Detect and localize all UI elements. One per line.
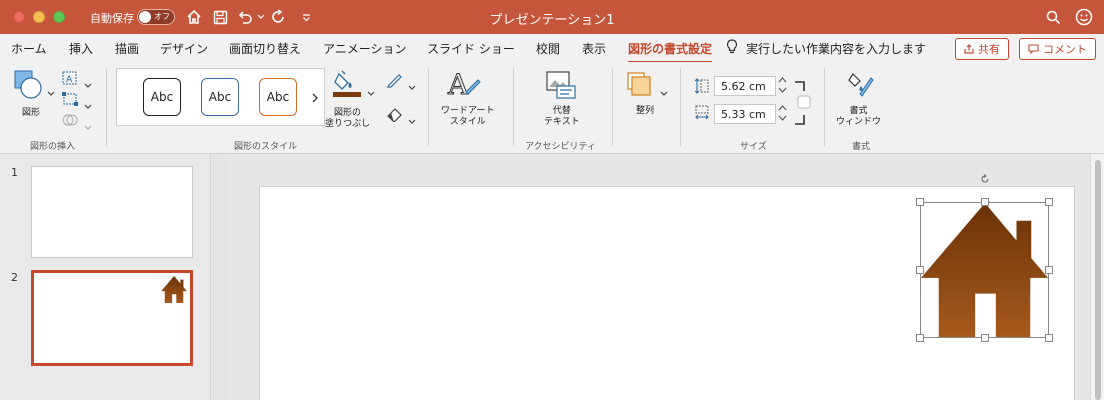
slide-thumbnail-2[interactable] xyxy=(31,270,193,366)
tab-insert[interactable]: 挿入 xyxy=(69,40,93,57)
search-icon[interactable] xyxy=(1044,6,1062,28)
smiley-feedback-icon[interactable] xyxy=(1074,6,1094,28)
ribbon-tabs: ホーム 挿入 描画 デザイン 画面切り替え アニメーション スライド ショー 校… xyxy=(0,34,1104,63)
shape-label: 図形 xyxy=(22,108,41,118)
lightbulb-icon xyxy=(726,39,738,59)
slide-thumbnails-pane: 1 2 xyxy=(0,154,210,400)
format-group-label: 書式 xyxy=(852,142,871,152)
outline-chevron-down-icon[interactable] xyxy=(408,76,416,95)
shape-insert-icon[interactable] xyxy=(14,70,44,104)
resize-handle-top[interactable] xyxy=(981,198,989,206)
shape-style-sample[interactable]: Abc xyxy=(201,78,239,116)
shape-style-sample[interactable]: Abc xyxy=(143,78,181,116)
insert-shapes-group-label: 図形の挿入 xyxy=(30,142,76,152)
tab-design[interactable]: デザイン xyxy=(160,40,208,57)
shape-style-sample-text: Abc xyxy=(266,90,290,104)
tab-slide-show[interactable]: スライド ショー xyxy=(427,40,515,57)
resize-handle-bottom-right[interactable] xyxy=(1045,334,1053,342)
format-pane-icon[interactable] xyxy=(848,70,876,102)
tab-transitions[interactable]: 画面切り替え xyxy=(229,40,301,57)
width-stepper[interactable] xyxy=(778,103,788,126)
shape-height-input[interactable]: 5.62 cm xyxy=(714,76,776,96)
window-title: プレゼンテーション1 xyxy=(489,13,615,28)
tab-home[interactable]: ホーム xyxy=(11,40,47,57)
resize-handle-bottom-left[interactable] xyxy=(916,334,924,342)
pane-divider[interactable] xyxy=(210,154,228,400)
group-separator xyxy=(428,68,429,146)
resize-handle-bottom[interactable] xyxy=(981,334,989,342)
tab-view[interactable]: 表示 xyxy=(582,40,606,57)
slide-number: 1 xyxy=(11,166,18,179)
title-bar: 自動保存 オフ プレゼンテーション1 xyxy=(0,0,1104,34)
vertical-scrollbar[interactable] xyxy=(1090,154,1104,400)
height-stepper[interactable] xyxy=(778,75,788,98)
slide-thumbnail-1[interactable] xyxy=(31,166,193,258)
resize-handle-left[interactable] xyxy=(916,266,924,274)
size-group-label: サイズ xyxy=(740,142,767,152)
slide-number: 2 xyxy=(11,271,18,284)
arrange-icon[interactable] xyxy=(626,71,654,103)
resize-handle-top-left[interactable] xyxy=(916,198,924,206)
comment-icon xyxy=(1028,44,1039,54)
resize-handle-top-right[interactable] xyxy=(1045,198,1053,206)
share-label: 共有 xyxy=(978,43,1000,56)
svg-text:A: A xyxy=(66,75,73,85)
shape-styles-group-label: 図形のスタイル xyxy=(234,142,298,152)
pen-outline-icon[interactable] xyxy=(386,72,404,92)
resize-handle-right[interactable] xyxy=(1045,266,1053,274)
rotate-handle-icon[interactable] xyxy=(980,174,990,184)
alt-text-icon[interactable] xyxy=(545,70,577,104)
comments-button[interactable]: コメント xyxy=(1019,38,1096,60)
shape-width-input[interactable]: 5.33 cm xyxy=(714,104,776,124)
group-separator xyxy=(513,68,514,146)
edit-shape-chevron-down-icon[interactable] xyxy=(84,95,92,114)
alt-text-label: 代替 テキスト xyxy=(544,106,580,127)
group-separator xyxy=(824,68,825,146)
shape-style-sample-text: Abc xyxy=(150,90,174,104)
effects-chevron-down-icon[interactable] xyxy=(408,110,416,129)
width-icon xyxy=(694,104,710,126)
group-separator xyxy=(106,68,107,146)
edit-shape-icon[interactable] xyxy=(62,91,78,110)
arrange-chevron-down-icon[interactable] xyxy=(660,82,668,101)
house-shape-thumbnail xyxy=(161,276,187,307)
shape-styles-gallery: Abc Abc Abc xyxy=(116,68,325,126)
shape-style-sample[interactable]: Abc xyxy=(259,78,297,116)
ribbon: 図形 A 図形の挿入 Abc Abc Abc 図形の 塗りつぶし 図形のスタイル… xyxy=(0,62,1104,154)
text-box-chevron-down-icon[interactable] xyxy=(84,74,92,93)
svg-text:A: A xyxy=(447,68,469,100)
scrollbar-thumb[interactable] xyxy=(1095,160,1101,400)
group-separator xyxy=(680,68,681,146)
wordart-styles-label: ワードアート スタイル xyxy=(441,106,495,127)
text-box-icon[interactable]: A xyxy=(62,70,78,89)
share-icon xyxy=(964,44,974,54)
wordart-icon[interactable]: A xyxy=(446,68,482,104)
paint-bucket-icon[interactable] xyxy=(332,68,362,102)
crop-bottom-corner-icon xyxy=(794,111,806,130)
fill-chevron-down-icon[interactable] xyxy=(367,82,375,101)
shape-style-sample-text: Abc xyxy=(208,90,232,104)
group-separator xyxy=(612,68,613,146)
tab-draw[interactable]: 描画 xyxy=(115,40,139,57)
height-icon xyxy=(694,77,710,99)
merge-shapes-chevron-down-icon xyxy=(84,116,92,135)
share-button[interactable]: 共有 xyxy=(955,38,1009,60)
arrange-label: 整列 xyxy=(636,106,655,116)
accessibility-group-label: アクセシビリティ xyxy=(525,142,597,152)
tab-review[interactable]: 校閲 xyxy=(536,40,560,57)
gallery-next-chevron-icon[interactable] xyxy=(312,88,319,107)
format-pane-label: 書式 ウィンドウ xyxy=(836,106,882,127)
tell-me-search[interactable]: 実行したい作業内容を入力します xyxy=(746,40,926,57)
house-shape[interactable] xyxy=(921,203,1048,337)
eraser-effects-icon[interactable] xyxy=(386,106,404,126)
shape-fill-label: 図形の 塗りつぶし xyxy=(325,108,371,129)
comments-label: コメント xyxy=(1043,43,1087,56)
tab-shape-format[interactable]: 図形の書式設定 xyxy=(628,40,713,63)
shape-selection-box[interactable] xyxy=(920,202,1049,338)
tab-animations[interactable]: アニメーション xyxy=(323,40,407,57)
shape-chevron-down-icon[interactable] xyxy=(47,82,55,101)
merge-shapes-icon[interactable] xyxy=(62,112,78,131)
